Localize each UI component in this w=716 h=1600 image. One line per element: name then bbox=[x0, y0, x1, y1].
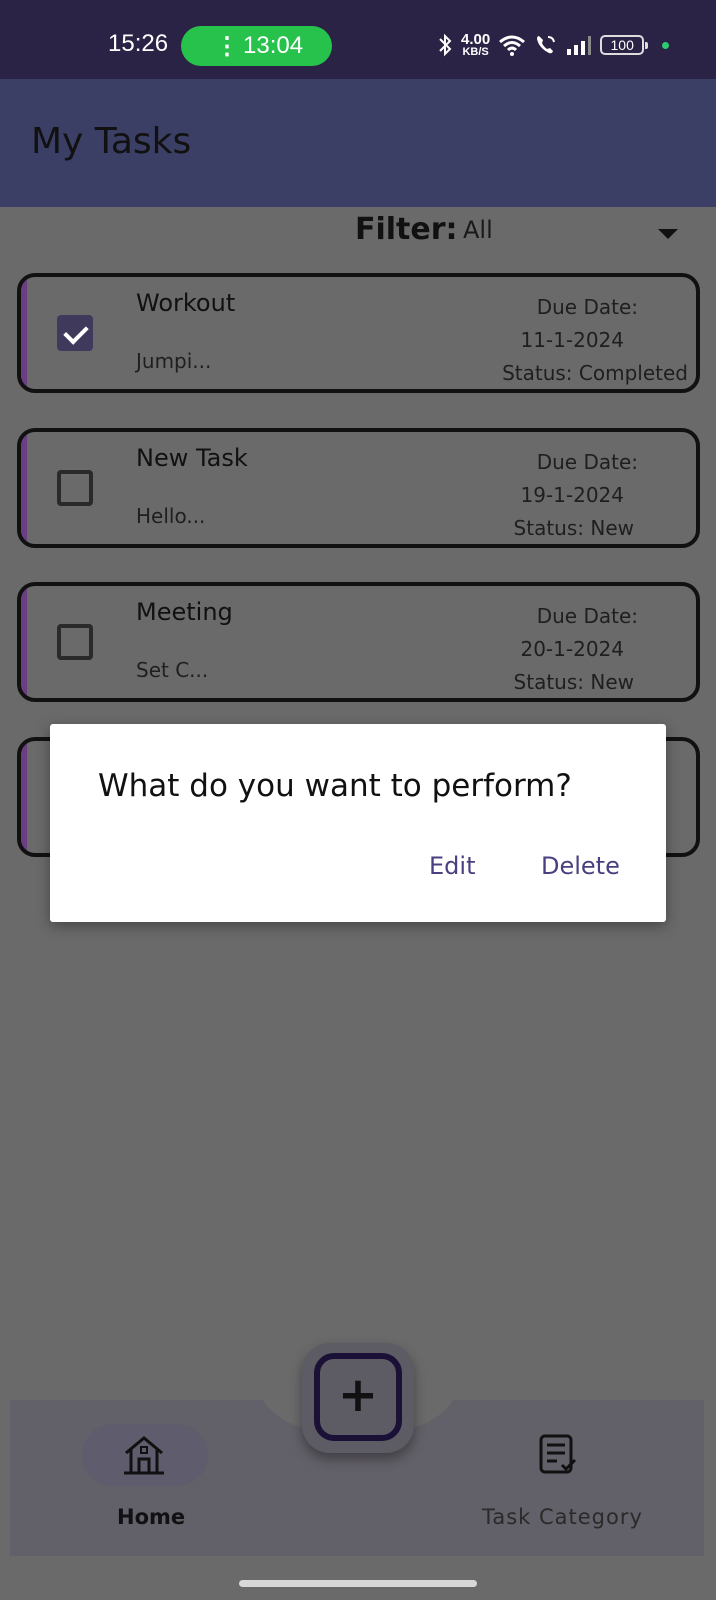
task-status: Status: Completed bbox=[502, 361, 688, 385]
nav-category-label[interactable]: Task Category bbox=[482, 1505, 643, 1529]
edit-button[interactable]: Edit bbox=[429, 852, 475, 880]
status-bar: 15:26 ⋮ 13:04 4.00 KB/S 100 bbox=[0, 0, 716, 79]
due-date: 20-1-2024 bbox=[520, 637, 624, 661]
call-timer-pill[interactable]: ⋮ 13:04 bbox=[181, 26, 332, 66]
gesture-bar[interactable] bbox=[239, 1580, 477, 1587]
nav-home-label[interactable]: Home bbox=[117, 1505, 185, 1529]
timer-dot-icon: ⋮ bbox=[215, 33, 239, 60]
network-speed: 4.00 KB/S bbox=[461, 30, 491, 58]
due-date-label: Due Date: bbox=[536, 450, 638, 474]
plus-icon: + bbox=[337, 1367, 379, 1423]
task-checkbox[interactable] bbox=[57, 315, 93, 351]
due-date-label: Due Date: bbox=[536, 604, 638, 628]
home-icon[interactable] bbox=[122, 1433, 166, 1477]
delete-button[interactable]: Delete bbox=[541, 852, 620, 880]
wifi-icon bbox=[499, 35, 526, 56]
due-date: 19-1-2024 bbox=[520, 483, 624, 507]
task-description: Hello... bbox=[136, 504, 206, 528]
due-date-label: Due Date: bbox=[536, 295, 638, 319]
card-accent bbox=[21, 741, 27, 853]
notification-dot bbox=[662, 41, 670, 49]
wifi-call-icon bbox=[537, 36, 556, 54]
task-status: Status: New bbox=[513, 670, 634, 694]
add-task-button[interactable]: + bbox=[302, 1343, 414, 1453]
task-title: Workout bbox=[136, 289, 236, 317]
task-title: Meeting bbox=[136, 598, 233, 626]
app-bar: My Tasks bbox=[0, 79, 716, 207]
task-title: New Task bbox=[136, 444, 248, 472]
due-date: 11-1-2024 bbox=[520, 328, 624, 352]
task-card[interactable]: Workout Jumpi... Due Date: 11-1-2024 Sta… bbox=[17, 273, 700, 393]
call-timer: 13:04 bbox=[243, 32, 304, 59]
task-status: Status: New bbox=[513, 516, 634, 540]
status-time: 15:26 bbox=[108, 30, 169, 57]
action-dialog: What do you want to perform? Edit Delete bbox=[50, 724, 666, 922]
status-icons: 4.00 KB/S 100 bbox=[437, 30, 670, 60]
task-checkbox[interactable] bbox=[57, 624, 93, 660]
filter-label: Filter: bbox=[355, 212, 458, 247]
task-card[interactable]: Meeting Set C... Due Date: 20-1-2024 Sta… bbox=[17, 582, 700, 702]
task-description: Jumpi... bbox=[136, 349, 212, 373]
dialog-question: What do you want to perform? bbox=[98, 768, 572, 804]
signal-icon bbox=[567, 36, 592, 55]
filter-select[interactable]: All bbox=[463, 216, 493, 244]
page-title: My Tasks bbox=[31, 121, 192, 162]
clipboard-list-icon[interactable] bbox=[535, 1432, 579, 1476]
battery-icon: 100 bbox=[600, 35, 649, 55]
chevron-down-icon[interactable] bbox=[658, 229, 678, 239]
card-accent bbox=[21, 586, 27, 698]
task-checkbox[interactable] bbox=[57, 470, 93, 506]
card-accent bbox=[21, 277, 27, 389]
task-description: Set C... bbox=[136, 658, 209, 682]
card-accent bbox=[21, 432, 27, 544]
task-card[interactable]: New Task Hello... Due Date: 19-1-2024 St… bbox=[17, 428, 700, 548]
bluetooth-icon bbox=[439, 33, 452, 57]
